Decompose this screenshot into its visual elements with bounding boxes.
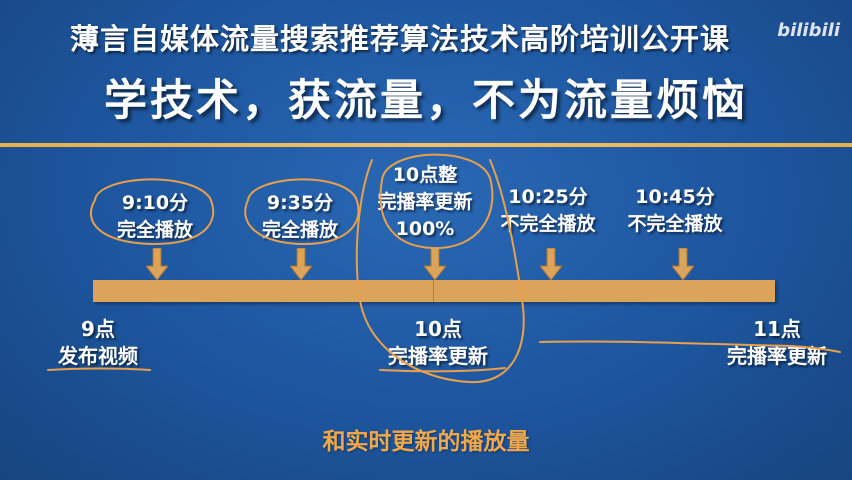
slide: 薄言自媒体流量搜索推荐算法技术高阶培训公开课 bilibili 学技术，获流量，… — [0, 0, 852, 480]
timeline-bar — [93, 280, 775, 302]
title-divider — [0, 143, 852, 147]
timeline-split — [433, 280, 434, 302]
highlight-text: 和实时更新的播放量 — [322, 429, 530, 455]
course-title: 薄言自媒体流量搜索推荐算法技术高阶培训公开课 — [69, 22, 730, 56]
bilibili-watermark: bilibili — [777, 20, 840, 41]
down-arrow-icon — [672, 248, 694, 280]
event-label-0910: 9:10分 完全播放 — [116, 192, 193, 241]
event-label-1025: 10:25分 不完全播放 — [500, 186, 596, 235]
time-point-9: 9点 发布视频 — [58, 317, 138, 368]
down-arrow-icon — [540, 248, 562, 280]
event-label-1045: 10:45分 不完全播放 — [627, 186, 723, 235]
event-label-0935: 9:35分 完全播放 — [261, 192, 338, 241]
down-arrow-icon — [290, 248, 312, 280]
down-arrow-icon — [424, 248, 446, 280]
slogan: 学技术，获流量，不为流量烦恼 — [104, 76, 748, 126]
down-arrow-icon — [146, 248, 168, 280]
time-point-11: 11点 完播率更新 — [727, 317, 827, 368]
event-label-1000: 10点整 完播率更新 100% — [377, 164, 473, 240]
time-point-10: 10点 完播率更新 — [388, 317, 488, 368]
